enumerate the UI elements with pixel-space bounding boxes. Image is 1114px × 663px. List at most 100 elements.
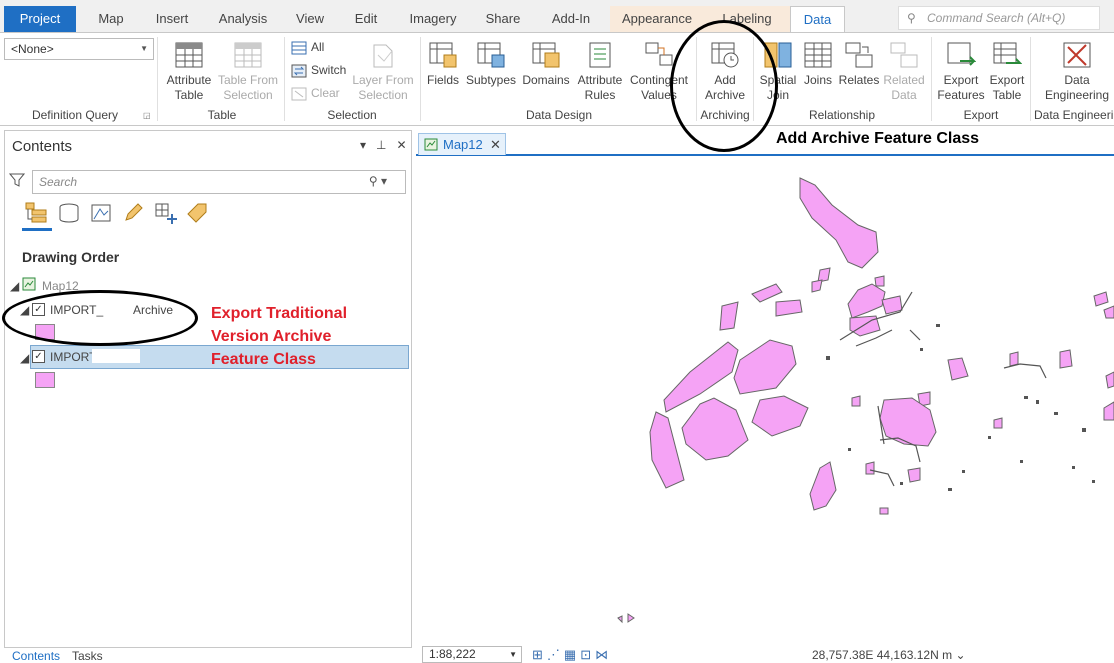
coordinate-value: 28,757.38E 44,163.12N m	[812, 648, 953, 662]
joins-button[interactable]: Joins	[800, 39, 836, 88]
close-icon[interactable]: ✕	[490, 134, 501, 155]
expand-layer-icon[interactable]: ◢	[20, 351, 29, 365]
group-label-export: Export	[963, 108, 999, 122]
attribute-rules-icon	[589, 42, 611, 68]
grid-icon[interactable]: ⊞	[532, 647, 547, 662]
fields-button[interactable]: Fields	[424, 39, 462, 88]
drawing-order-heading: Drawing Order	[22, 249, 120, 265]
map-polygon	[799, 177, 879, 269]
filter-icon[interactable]	[9, 172, 25, 188]
subtypes-button[interactable]: Subtypes	[464, 39, 518, 88]
tab-map[interactable]: Map	[90, 6, 132, 32]
tab-appearance[interactable]: Appearance	[610, 6, 704, 32]
command-search[interactable]: ⚲ Command Search (Alt+Q)	[898, 6, 1100, 30]
attribute-table-label: Attribute Table	[166, 73, 212, 102]
map-tab[interactable]: Map12 ✕	[418, 133, 506, 155]
layer-visibility-checkbox[interactable]: ✓	[32, 350, 45, 363]
subtypes-label: Subtypes	[465, 73, 517, 87]
map-polygon	[993, 417, 1003, 429]
map-feature	[936, 324, 940, 327]
map-feature	[1054, 412, 1058, 415]
table-icon[interactable]: ▦	[564, 647, 580, 662]
clear-selection-button[interactable]: Clear	[291, 84, 340, 102]
selection-view-icon[interactable]	[90, 202, 112, 224]
map-polygon	[681, 397, 749, 461]
chevron-down-icon[interactable]: ⌄	[955, 648, 965, 662]
map-line	[1003, 363, 1047, 379]
map-feature	[920, 348, 923, 351]
map-feature	[848, 448, 851, 451]
table-from-selection-label: Table From Selection	[217, 73, 279, 102]
attribute-table-icon	[175, 42, 203, 68]
constraints-icon[interactable]: ⊡	[580, 647, 595, 662]
map-polygon	[1105, 371, 1114, 389]
attribute-table-button[interactable]: Attribute Table	[162, 39, 216, 103]
map-polygon	[907, 467, 921, 483]
north-arrow-icon[interactable]: ⋈	[595, 647, 612, 662]
layer-name-prefix[interactable]: IMPORT	[50, 350, 96, 364]
label-tag-icon[interactable]	[186, 202, 208, 224]
tab-tasks[interactable]: Tasks	[72, 650, 103, 662]
expand-map-icon[interactable]: ◢	[10, 279, 19, 293]
export-table-button[interactable]: Export Table	[987, 39, 1027, 103]
related-data-button[interactable]: Related Data	[882, 39, 926, 103]
map-scale-select[interactable]: 1:88,222 ▼	[422, 646, 522, 663]
data-source-icon[interactable]	[58, 202, 80, 224]
tab-project[interactable]: Project	[4, 6, 76, 33]
pin-icon[interactable]: ⊥	[376, 138, 386, 152]
group-separator	[157, 37, 158, 121]
map-scale-value: 1:88,222	[429, 647, 476, 661]
export-table-label: Export Table	[989, 73, 1025, 102]
contents-search-placeholder: Search	[39, 175, 78, 189]
map-polygon	[751, 395, 809, 437]
map-feature	[988, 436, 991, 439]
switch-selection-button[interactable]: Switch	[291, 61, 346, 79]
tab-add-in[interactable]: Add-In	[543, 6, 599, 32]
tab-data[interactable]: Data	[790, 6, 845, 33]
pane-menu-icon[interactable]: ▾	[360, 138, 366, 152]
tab-imagery[interactable]: Imagery	[402, 6, 464, 32]
map-feature	[948, 488, 952, 491]
export-features-button[interactable]: Export Features	[935, 39, 987, 103]
layer-from-selection-button[interactable]: Layer From Selection	[350, 39, 416, 103]
dialog-launcher-icon[interactable]: ◲	[143, 111, 151, 120]
tab-edit[interactable]: Edit	[346, 6, 386, 32]
pencil-icon[interactable]	[122, 202, 144, 224]
data-engineering-button[interactable]: Data Engineering	[1040, 39, 1114, 103]
tab-share[interactable]: Share	[480, 6, 526, 32]
tab-analysis[interactable]: Analysis	[212, 6, 274, 32]
map-polygon	[1103, 401, 1114, 421]
contingent-values-icon	[645, 42, 673, 66]
attribute-rules-button[interactable]: Attribute Rules	[574, 39, 626, 103]
group-separator	[931, 37, 932, 121]
contents-title: Contents	[12, 138, 73, 155]
pane-controls: ▾ ⊥ ✕	[360, 138, 407, 152]
table-from-selection-button[interactable]: Table From Selection	[216, 39, 280, 103]
relates-button[interactable]: Relates	[838, 39, 880, 88]
domains-button[interactable]: Domains	[520, 39, 572, 88]
highlight-ellipse-layer	[2, 290, 198, 346]
map-polygon	[811, 279, 823, 293]
layer-from-selection-label: Layer From Selection	[352, 73, 414, 102]
attribute-rules-label: Attribute Rules	[577, 73, 623, 102]
map-feature	[1020, 460, 1023, 463]
snapping-icon[interactable]	[154, 202, 178, 224]
select-all-button[interactable]: All	[291, 38, 324, 56]
contents-search-input[interactable]: Search ⚲ ▾	[32, 170, 406, 194]
group-label-data-engineering: Data Engineering	[1034, 108, 1114, 122]
domains-icon	[532, 42, 560, 68]
close-icon[interactable]: ✕	[397, 138, 407, 152]
map-tab-bar	[416, 130, 1114, 156]
drawing-order-icon[interactable]	[24, 202, 48, 224]
map-canvas[interactable]	[416, 156, 1114, 644]
tab-contents[interactable]: Contents	[12, 650, 60, 662]
joins-label: Joins	[803, 73, 832, 87]
ribbon: <None> ▼ Definition Query ◲ Attribute Ta…	[0, 32, 1114, 126]
tab-view[interactable]: View	[290, 6, 330, 32]
search-icon: ⚲	[907, 11, 916, 25]
active-view-indicator	[22, 228, 52, 231]
tab-insert[interactable]: Insert	[148, 6, 196, 32]
snapping-icon[interactable]: ⋰	[547, 647, 564, 662]
layer-symbol-swatch[interactable]	[35, 372, 55, 388]
definition-query-select[interactable]: <None> ▼	[4, 38, 154, 60]
